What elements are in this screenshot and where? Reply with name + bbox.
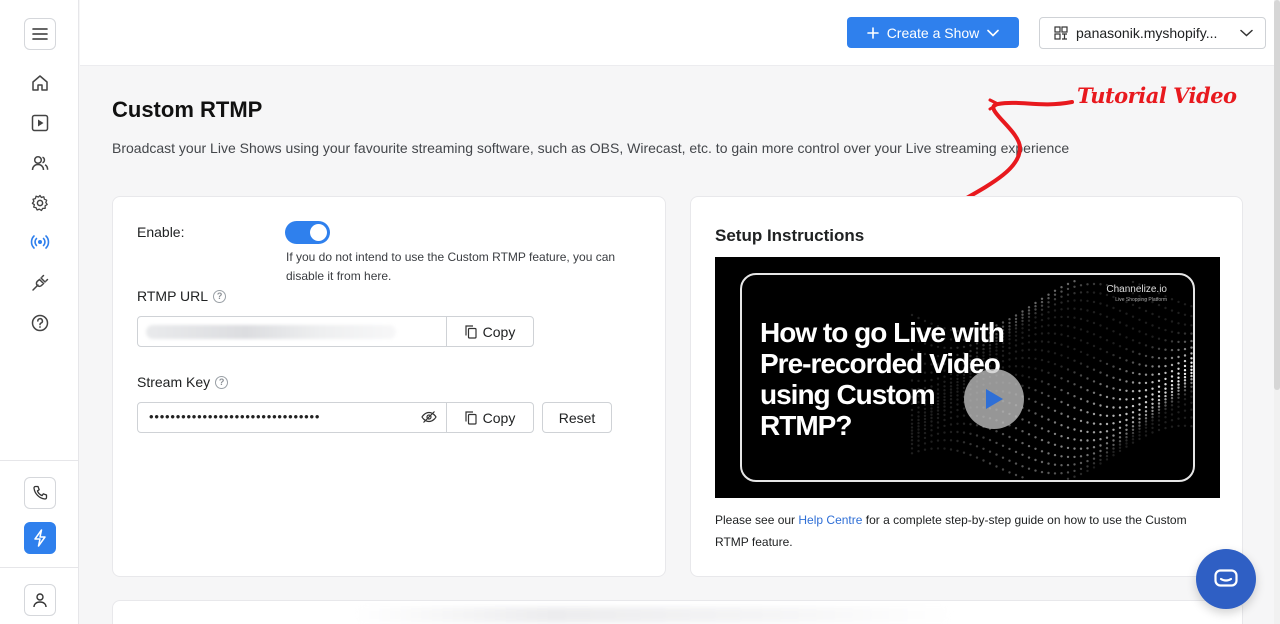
- sidebar-item-settings[interactable]: [28, 191, 52, 215]
- bottom-card: [112, 600, 1243, 624]
- account-button[interactable]: [24, 584, 56, 616]
- eye-off-icon[interactable]: [421, 410, 437, 424]
- create-show-label: Create a Show: [886, 24, 980, 41]
- sidebar-item-shows[interactable]: [28, 111, 52, 135]
- copy-stream-key-button[interactable]: Copy: [446, 402, 534, 433]
- sidebar-item-users[interactable]: [28, 151, 52, 175]
- video-thumbnail: Channelize.io Live Shopping Platform How…: [740, 273, 1195, 482]
- toggle-knob: [310, 224, 327, 241]
- play-button[interactable]: [964, 369, 1024, 429]
- phone-icon: [33, 485, 48, 500]
- home-icon: [32, 75, 48, 91]
- store-selector[interactable]: panasonik.myshopify...: [1039, 17, 1266, 49]
- question-icon: [31, 314, 49, 332]
- video-brand: Channelize.io Live Shopping Platform: [1106, 285, 1167, 305]
- plug-icon: [32, 274, 49, 291]
- stream-key-label: Stream Key: [137, 374, 211, 390]
- sidebar-phone-button[interactable]: [24, 477, 56, 509]
- setup-instructions-title: Setup Instructions: [715, 226, 865, 245]
- chevron-down-icon: [1240, 29, 1253, 37]
- gear-icon: [31, 194, 48, 212]
- copy-label: Copy: [482, 323, 516, 340]
- plus-icon: [866, 26, 879, 39]
- copy-rtmp-url-button[interactable]: Copy: [446, 316, 534, 347]
- help-centre-link[interactable]: Help Centre: [798, 513, 862, 527]
- sidebar: [0, 0, 79, 624]
- rtmp-url-value-blurred: [146, 325, 396, 339]
- sidebar-item-integrations[interactable]: [28, 271, 52, 295]
- play-square-icon: [31, 114, 49, 132]
- sidebar-item-live[interactable]: [28, 230, 52, 254]
- sidebar-divider: [0, 460, 79, 461]
- tutorial-video-player[interactable]: Channelize.io Live Shopping Platform How…: [715, 257, 1220, 498]
- store-name: panasonik.myshopify...: [1076, 25, 1218, 41]
- rtmp-url-field[interactable]: [137, 316, 447, 347]
- play-icon: [986, 389, 1003, 409]
- chat-icon: [1214, 569, 1238, 587]
- users-icon: [31, 155, 49, 171]
- lightning-icon: [34, 529, 46, 547]
- stream-key-label-row: Stream Key ?: [137, 374, 229, 390]
- stream-key-value: ••••••••••••••••••••••••••••••••: [149, 409, 321, 424]
- chevron-down-icon: [987, 29, 1000, 37]
- help-note-prefix: Please see our: [715, 513, 799, 527]
- rtmp-settings-card: Enable: If you do not intend to use the …: [112, 196, 666, 577]
- broadcast-icon: [30, 235, 50, 249]
- sidebar-upgrade-button[interactable]: [24, 522, 56, 554]
- stream-key-field[interactable]: ••••••••••••••••••••••••••••••••: [137, 402, 447, 433]
- page-scrollbar[interactable]: [1274, 0, 1280, 624]
- help-icon[interactable]: ?: [215, 375, 229, 389]
- copy-label: Copy: [482, 409, 516, 426]
- sidebar-divider-bottom: [0, 567, 79, 568]
- menu-toggle-button[interactable]: [24, 18, 56, 50]
- rtmp-url-label-row: RTMP URL ?: [137, 288, 227, 304]
- sidebar-item-help[interactable]: [28, 311, 52, 335]
- tutorial-video-annotation: Tutorial Video: [1077, 83, 1237, 108]
- top-bar: Create a Show panasonik.myshopify...: [80, 0, 1274, 66]
- store-grid-icon: [1054, 26, 1068, 40]
- video-brand-sub: Live Shopping Platform: [1115, 297, 1167, 303]
- enable-hint: If you do not intend to use the Custom R…: [286, 250, 616, 283]
- create-show-button[interactable]: Create a Show: [847, 17, 1019, 48]
- user-icon: [33, 593, 47, 608]
- help-centre-note: Please see our Help Centre for a complet…: [715, 509, 1195, 553]
- sidebar-item-home[interactable]: [28, 71, 52, 95]
- setup-instructions-card: Setup Instructions Channelize.io Live Sh…: [690, 196, 1243, 577]
- copy-icon: [465, 410, 477, 425]
- rtmp-url-label: RTMP URL: [137, 288, 209, 304]
- help-icon[interactable]: ?: [213, 289, 227, 303]
- page-title: Custom RTMP: [112, 97, 263, 122]
- enable-label: Enable:: [137, 224, 185, 240]
- reset-stream-key-button[interactable]: Reset: [542, 402, 612, 433]
- video-brand-name: Channelize.io: [1106, 284, 1167, 295]
- enable-toggle[interactable]: [285, 221, 330, 244]
- hamburger-icon: [32, 28, 48, 40]
- chat-support-button[interactable]: [1196, 549, 1256, 609]
- scrollbar-thumb[interactable]: [1274, 0, 1280, 390]
- bottom-card-blurred-content: [353, 607, 953, 623]
- copy-icon: [465, 324, 477, 339]
